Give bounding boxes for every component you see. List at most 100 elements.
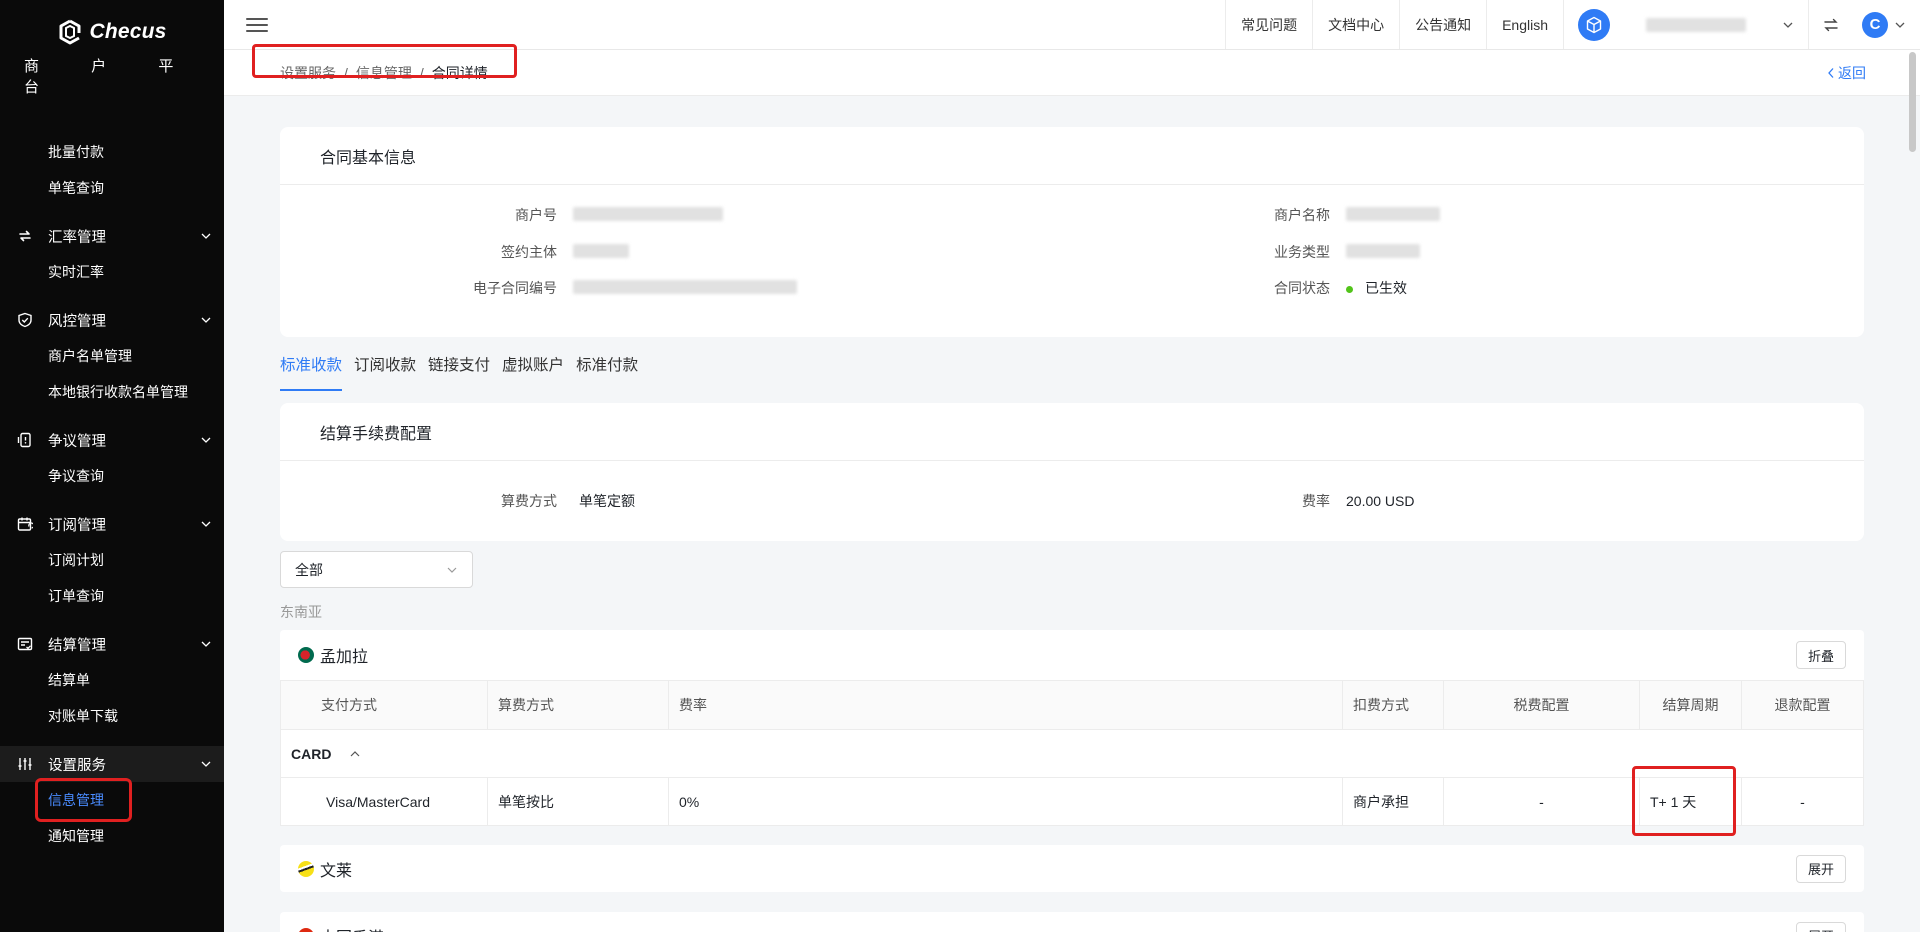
breadcrumb-bar: 设置服务 / 信息管理 / 合同详情 返回 <box>224 43 1920 96</box>
merchant-cube-icon <box>1578 8 1610 41</box>
table-header: 支付方式 <box>280 680 488 730</box>
table-row: Visa/MasterCard 单笔按比 0% 商户承担 - T+ 1 天 - <box>280 766 1864 836</box>
language-switch[interactable]: English <box>1486 0 1563 49</box>
table-cell: Visa/MasterCard <box>280 777 488 826</box>
merchant-name-redacted <box>1346 206 1440 224</box>
faq-link[interactable]: 常见问题 <box>1225 0 1312 49</box>
field-label: 合同状态 <box>1274 280 1330 296</box>
tab-link-payment[interactable]: 链接支付 <box>428 353 490 391</box>
country-card-hong-kong: 中国香港 展开 <box>280 912 1864 932</box>
chevron-down-icon <box>201 521 211 527</box>
signing-entity-redacted <box>573 243 629 261</box>
breadcrumb: 设置服务 / 信息管理 / 合同详情 <box>252 43 517 83</box>
user-menu[interactable]: C <box>1852 0 1920 49</box>
back-label: 返回 <box>1838 64 1866 81</box>
page-scrollbar[interactable] <box>1909 52 1916 152</box>
calendar-icon <box>16 515 34 533</box>
status-badge: 已生效 <box>1346 278 1407 298</box>
table-group-row[interactable]: CARD <box>280 729 1864 778</box>
sidebar-group-settings[interactable]: 设置服务 <box>0 746 224 782</box>
sidebar-item-merchant-list[interactable]: 商户名单管理 <box>0 338 224 374</box>
sidebar-group-subscription[interactable]: 订阅管理 <box>0 506 224 542</box>
back-button[interactable]: 返回 <box>1827 63 1866 83</box>
settlement-fee-card: 结算手续费配置 算费方式 单笔定额 费率 20.00 USD <box>280 403 1864 541</box>
signing-entity-row: 签约主体 <box>279 242 629 262</box>
settlement-cycle-cell: T+ 1 天 <box>1632 766 1742 836</box>
sidebar-group-label: 汇率管理 <box>48 229 106 246</box>
sidebar-item-notice-management[interactable]: 通知管理 <box>0 818 224 854</box>
table-header: 算费方式 <box>487 680 669 730</box>
menu-toggle-icon[interactable] <box>246 16 268 34</box>
table-header: 退款配置 <box>1741 680 1864 730</box>
expand-button[interactable]: 展开 <box>1796 921 1846 932</box>
sidebar-item-info-management[interactable]: 信息管理 <box>0 778 224 822</box>
bangladesh-flag-icon <box>298 647 314 663</box>
logo[interactable]: Checus 商 户 平 台 <box>0 0 224 110</box>
brunei-flag-icon <box>298 860 314 877</box>
main-content: 合同基本信息 商户号 签约主体 电子合同编号 商户名称 业务类型 合同状态 已生… <box>280 96 1864 932</box>
fee-table: 支付方式 算费方式 费率 扣费方式 税费配置 结算周期 退款配置 CARD Vi… <box>280 680 1864 836</box>
sidebar-group-label: 订阅管理 <box>48 517 106 534</box>
sidebar-group-exchange[interactable]: 汇率管理 <box>0 218 224 254</box>
econtract-no-row: 电子合同编号 <box>279 278 797 298</box>
chevron-left-icon <box>1828 67 1834 78</box>
settlement-icon <box>16 635 34 653</box>
sidebar-item-local-bank-list[interactable]: 本地银行收款名单管理 <box>0 374 224 410</box>
country-card-bangladesh: 孟加拉 折叠 支付方式 算费方式 费率 扣费方式 税费配置 结算周期 退款配置 … <box>280 630 1864 836</box>
country-header: 孟加拉 折叠 <box>280 630 1864 680</box>
country-header: 中国香港 展开 <box>280 912 1864 932</box>
chevron-up-icon[interactable] <box>349 749 361 759</box>
settlement-fee-row: 算费方式 单笔定额 费率 20.00 USD <box>280 461 1864 541</box>
top-header: 常见问题 文档中心 公告通知 English C <box>224 0 1920 50</box>
tab-subscription-collection[interactable]: 订阅收款 <box>354 353 416 391</box>
region-label: 东南亚 <box>280 604 322 620</box>
expand-button[interactable]: 展开 <box>1796 854 1846 883</box>
table-header: 费率 <box>668 680 1343 730</box>
tab-standard-payout[interactable]: 标准付款 <box>576 353 638 391</box>
table-cell: - <box>1443 777 1640 826</box>
sidebar-item-statement-download[interactable]: 对账单下载 <box>0 698 224 734</box>
table-header: 税费配置 <box>1443 680 1640 730</box>
sidebar-item-batch-payment[interactable]: 批量付款 <box>0 134 224 170</box>
field-label: 签约主体 <box>501 244 557 260</box>
sidebar-item-subscription-plan[interactable]: 订阅计划 <box>0 542 224 578</box>
chevron-down-icon <box>201 233 211 239</box>
collapse-button[interactable]: 折叠 <box>1796 641 1846 669</box>
chevron-down-icon <box>201 437 211 443</box>
sidebar-item-order-query[interactable]: 订单查询 <box>0 578 224 614</box>
contract-info-card: 合同基本信息 商户号 签约主体 电子合同编号 商户名称 业务类型 合同状态 已生… <box>280 127 1864 337</box>
contract-status-row: 合同状态 已生效 <box>1040 278 1407 298</box>
avatar: C <box>1862 11 1888 38</box>
docs-link[interactable]: 文档中心 <box>1312 0 1399 49</box>
chevron-down-icon <box>201 317 211 323</box>
region-filter-select[interactable]: 全部 <box>280 551 473 588</box>
phone-dispute-icon <box>16 431 34 449</box>
tab-virtual-account[interactable]: 虚拟账户 <box>502 353 564 391</box>
sidebar-group-label: 风控管理 <box>48 313 106 330</box>
sidebar-item-dispute-query[interactable]: 争议查询 <box>0 458 224 494</box>
sidebar-item-single-query[interactable]: 单笔查询 <box>0 170 224 206</box>
sidebar-group-settlement[interactable]: 结算管理 <box>0 626 224 662</box>
highlight-box <box>1632 766 1736 836</box>
select-value: 全部 <box>295 561 323 578</box>
table-header: 扣费方式 <box>1342 680 1444 730</box>
sidebar-item-label: 结算单 <box>48 672 90 688</box>
sidebar-menu: 批量付款 单笔查询 汇率管理 实时汇率 风控管理 商户名单管理 本地银行收款名单… <box>0 110 224 854</box>
sidebar-item-settlement-bill[interactable]: 结算单 <box>0 662 224 698</box>
business-type-row: 业务类型 <box>1040 242 1420 262</box>
sidebar-group-dispute[interactable]: 争议管理 <box>0 422 224 458</box>
sidebar-item-realtime-rate[interactable]: 实时汇率 <box>0 254 224 290</box>
swap-account-icon[interactable] <box>1808 0 1852 49</box>
tab-standard-collection[interactable]: 标准收款 <box>280 353 343 391</box>
table-cell: 商户承担 <box>1342 777 1444 826</box>
sidebar-item-label: 订单查询 <box>48 588 104 604</box>
country-name: 中国香港 <box>320 924 1796 932</box>
notice-link[interactable]: 公告通知 <box>1399 0 1486 49</box>
product-tabs: 标准收款 订阅收款 链接支付 虚拟账户 标准付款 <box>280 353 1864 391</box>
merchant-switcher[interactable] <box>1563 0 1808 49</box>
field-label: 商户号 <box>515 207 557 223</box>
sidebar-item-label: 对账单下载 <box>48 708 118 724</box>
merchant-no-redacted <box>573 206 723 224</box>
sidebar-group-risk[interactable]: 风控管理 <box>0 302 224 338</box>
sidebar-group-label: 争议管理 <box>48 433 106 450</box>
